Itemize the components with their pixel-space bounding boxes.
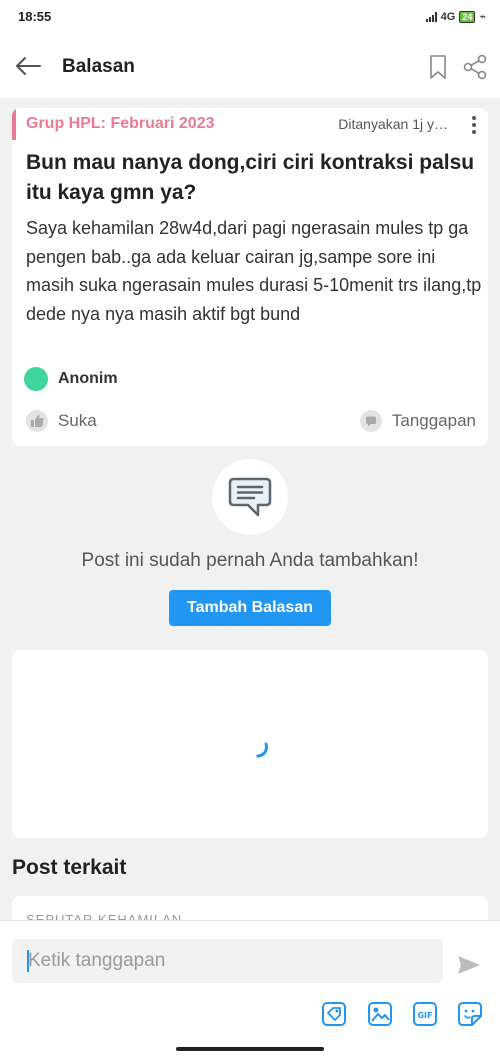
home-indicator [176, 1047, 324, 1051]
related-posts-heading: Post terkait [12, 856, 127, 879]
gif-icon[interactable]: GIF [412, 1001, 438, 1027]
loading-spinner-icon [256, 742, 268, 758]
share-icon[interactable] [462, 53, 488, 81]
like-label: Suka [58, 411, 97, 430]
question-title: Bun mau nanya dong,ciri ciri kontraksi p… [26, 151, 475, 204]
group-link[interactable]: Grup HPL: Februari 2023 [26, 115, 215, 133]
image-icon[interactable] [367, 1001, 393, 1027]
like-button[interactable]: Suka [26, 410, 97, 432]
status-icons: 4G 24 ⌁ [425, 10, 486, 23]
more-options-icon[interactable] [468, 114, 480, 136]
charging-icon: ⌁ [479, 11, 486, 23]
author[interactable]: Anonim [24, 367, 118, 391]
group-accent-bar [12, 108, 16, 140]
signal-icon [425, 11, 437, 22]
back-arrow-icon[interactable] [12, 50, 44, 82]
author-name: Anonim [58, 370, 118, 387]
tag-icon[interactable] [321, 1001, 347, 1027]
battery-icon: 24 [459, 10, 476, 23]
app-bar: Balasan [0, 34, 500, 98]
status-bar: 18:55 4G 24 ⌁ [0, 0, 500, 34]
reply-input[interactable] [12, 939, 443, 983]
sticker-icon[interactable] [457, 1001, 483, 1027]
page-title: Balasan [62, 56, 135, 77]
question-body: Saya kehamilan 28w4d,dari pagi ngerasain… [26, 218, 482, 324]
text-cursor [27, 950, 29, 972]
network-label: 4G [440, 10, 456, 23]
avatar [24, 367, 48, 391]
send-icon[interactable] [456, 953, 482, 977]
asked-time: Ditanyakan 1j y… [338, 116, 448, 132]
thumbs-up-icon [26, 410, 48, 432]
bookmark-icon[interactable] [426, 53, 450, 81]
already-added-notice: Post ini sudah pernah Anda tambahkan! [81, 550, 419, 571]
loading-card [12, 650, 488, 838]
reply-composer: GIF [0, 920, 500, 1056]
reply-label: Tanggapan [391, 411, 476, 430]
svg-text:GIF: GIF [417, 1011, 432, 1020]
question-card: Grup HPL: Februari 2023 Ditanyakan 1j y…… [12, 108, 488, 446]
chat-bubble-icon [212, 459, 288, 535]
status-time: 18:55 [18, 9, 52, 24]
reply-button[interactable]: Tanggapan [359, 410, 476, 432]
add-reply-button[interactable]: Tambah Balasan [169, 590, 331, 626]
comment-icon [359, 410, 382, 432]
